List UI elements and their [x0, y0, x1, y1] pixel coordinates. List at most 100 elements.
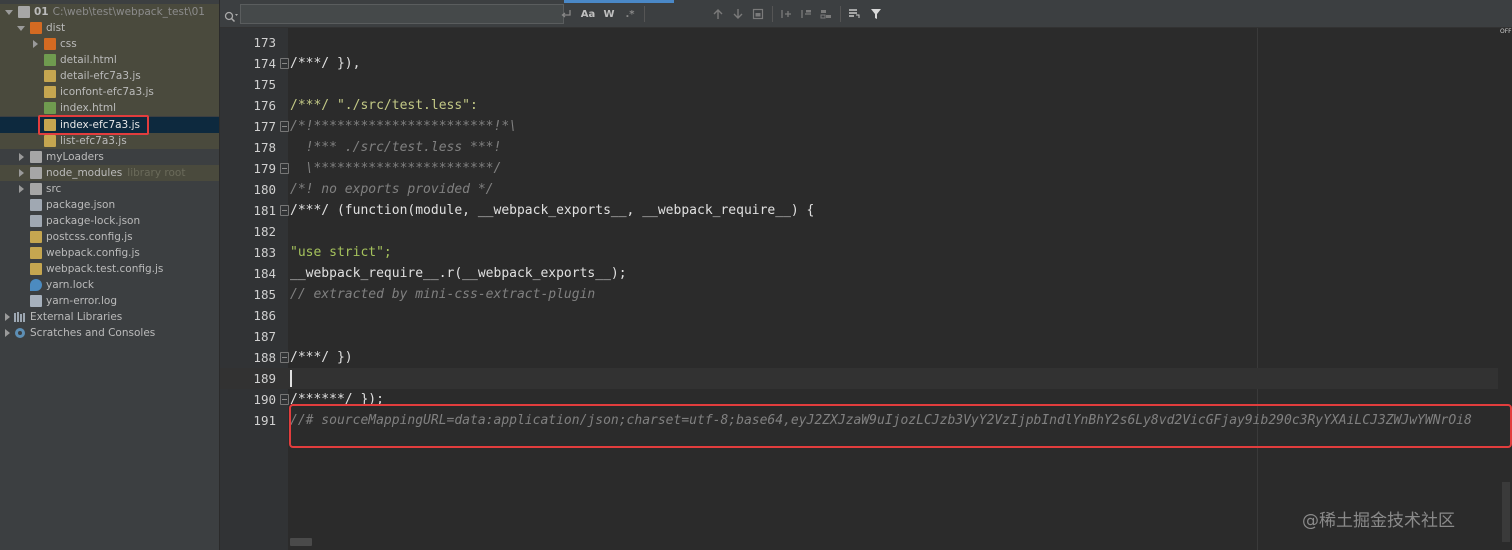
tree-item-package-lock-json[interactable]: package-lock.json: [0, 213, 219, 229]
tree-item-scratches[interactable]: Scratches and Consoles: [0, 325, 219, 341]
tree-item-label: External Libraries: [30, 311, 123, 323]
code-text: /***/ }): [290, 350, 353, 365]
tree-item-label: postcss.config.js: [46, 231, 133, 243]
tree-item-detail-js[interactable]: detail-efc7a3.js: [0, 68, 219, 84]
tree-item-src[interactable]: src: [0, 181, 219, 197]
code-text: /*!***********************!*\: [290, 119, 517, 134]
code-line: 173: [220, 32, 1512, 53]
toolbar-separator: [840, 6, 841, 22]
add-occurrence-icon[interactable]: [778, 6, 794, 22]
js-file-icon: [44, 70, 56, 82]
tree-item-label: Scratches and Consoles: [30, 327, 156, 339]
filter-results-icon[interactable]: [846, 6, 862, 22]
chevron-right-icon[interactable]: [16, 152, 26, 162]
scrollbar-thumb[interactable]: [1502, 482, 1510, 542]
line-number: 191: [253, 413, 276, 428]
code-line: 190 /******/ });: [220, 389, 1512, 410]
fold-marker-icon[interactable]: [280, 58, 289, 69]
code-text: /***/ (function(module, __webpack_export…: [290, 203, 815, 218]
chevron-right-icon[interactable]: [30, 39, 40, 49]
chevron-down-icon[interactable]: [4, 7, 14, 17]
folder-icon: [30, 151, 42, 163]
chevron-right-icon[interactable]: [16, 168, 26, 178]
horizontal-scrollbar-thumb[interactable]: [290, 538, 312, 546]
line-number: 174: [253, 56, 276, 71]
filter-icon[interactable]: [868, 6, 884, 22]
search-input[interactable]: [240, 4, 564, 24]
chevron-right-icon[interactable]: [2, 328, 12, 338]
line-number: 182: [253, 224, 276, 239]
code-line: 191 //# sourceMappingURL=data:applicatio…: [220, 410, 1512, 431]
tree-item-label: myLoaders: [46, 151, 104, 163]
line-number: 179: [253, 161, 276, 176]
tree-item-index-html[interactable]: index.html: [0, 100, 219, 116]
tree-item-webpack-config[interactable]: webpack.config.js: [0, 245, 219, 261]
tree-item-label: package.json: [46, 199, 116, 211]
js-file-icon: [30, 231, 42, 243]
tree-item-label: src: [46, 183, 62, 195]
find-in-selection-icon[interactable]: [750, 6, 766, 22]
tree-item-webpack-test-config[interactable]: webpack.test.config.js: [0, 261, 219, 277]
code-line: 182: [220, 221, 1512, 242]
folder-icon: [30, 183, 42, 195]
search-icon[interactable]: [224, 8, 238, 23]
tree-item-postcss-config[interactable]: postcss.config.js: [0, 229, 219, 245]
code-text: /*! no exports provided */: [290, 182, 494, 197]
chevron-right-icon[interactable]: [2, 312, 12, 322]
tree-item-label: detail.html: [60, 54, 117, 66]
tree-item-css[interactable]: css: [0, 36, 219, 52]
tree-item-root[interactable]: 01 C:\web\test\webpack_test\01: [0, 4, 219, 20]
tree-item-index-js[interactable]: index-efc7a3.js: [0, 117, 219, 133]
tree-item-detail-html[interactable]: detail.html: [0, 52, 219, 68]
line-number: 185: [253, 287, 276, 302]
code-line: 175: [220, 74, 1512, 95]
fold-marker-icon[interactable]: [280, 352, 289, 363]
code-line: 181 /***/ (function(module, __webpack_ex…: [220, 200, 1512, 221]
regex-button[interactable]: .*: [622, 6, 638, 22]
folder-icon: [18, 6, 30, 18]
library-root-hint: library root: [127, 167, 186, 179]
tree-item-external-libraries[interactable]: External Libraries: [0, 309, 219, 325]
folder-icon: [30, 22, 42, 34]
line-number: 186: [253, 308, 276, 323]
tree-item-label: iconfont-efc7a3.js: [60, 86, 154, 98]
tree-item-label: detail-efc7a3.js: [60, 70, 141, 82]
line-number: 178: [253, 140, 276, 155]
tree-item-node-modules[interactable]: node_modules library root: [0, 165, 219, 181]
line-number: 180: [253, 182, 276, 197]
code-text: /******/ });: [290, 392, 384, 407]
tree-item-label: webpack.config.js: [46, 247, 140, 259]
code-text: /***/ "./src/test.less":: [290, 98, 478, 113]
tree-item-label: index-efc7a3.js: [60, 119, 140, 131]
tree-item-dist[interactable]: dist: [0, 20, 219, 36]
match-case-button[interactable]: Aa: [580, 6, 596, 22]
fold-marker-icon[interactable]: [280, 394, 289, 405]
folder-icon: [44, 38, 56, 50]
next-occurrence-icon[interactable]: [730, 6, 746, 22]
current-code-line: 189: [220, 368, 1512, 389]
line-number: 190: [253, 392, 276, 407]
code-text: // extracted by mini-css-extract-plugin: [290, 287, 596, 302]
tree-item-iconfont-js[interactable]: iconfont-efc7a3.js: [0, 84, 219, 100]
fold-marker-icon[interactable]: [280, 163, 289, 174]
tree-item-package-json[interactable]: package.json: [0, 197, 219, 213]
chevron-down-icon[interactable]: [16, 23, 26, 33]
js-file-icon: [30, 247, 42, 259]
fold-marker-icon[interactable]: [280, 205, 289, 216]
tree-item-yarn-lock[interactable]: yarn.lock: [0, 277, 219, 293]
code-text: "use strict";: [290, 245, 392, 260]
code-text: /***/ }),: [290, 56, 361, 71]
code-text: __webpack_require__.r(__webpack_exports_…: [290, 266, 627, 281]
previous-occurrence-icon[interactable]: [710, 6, 726, 22]
fold-marker-icon[interactable]: [280, 121, 289, 132]
tree-item-list-js[interactable]: list-efc7a3.js: [0, 133, 219, 149]
tree-item-yarn-error-log[interactable]: yarn-error.log: [0, 293, 219, 309]
remove-occurrence-icon[interactable]: [798, 6, 814, 22]
chevron-right-icon[interactable]: [16, 184, 26, 194]
new-line-icon[interactable]: [558, 6, 574, 22]
words-button[interactable]: W: [601, 6, 617, 22]
tree-item-myloaders[interactable]: myLoaders: [0, 149, 219, 165]
select-all-occurrences-icon[interactable]: [818, 6, 834, 22]
vertical-scrollbar[interactable]: [1498, 28, 1512, 550]
toolbar-separator: [644, 6, 645, 22]
